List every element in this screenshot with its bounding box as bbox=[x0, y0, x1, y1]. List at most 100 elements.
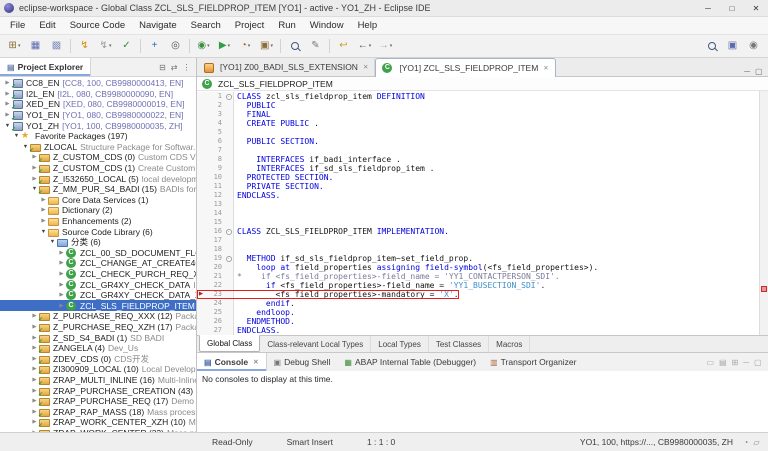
code-line-17[interactable]: 17 bbox=[197, 236, 759, 245]
run-icon[interactable]: ▶▾ bbox=[214, 37, 235, 55]
tree-item-i2l-en[interactable]: ▶I2L_EN[I2L, 080, CB9980000090, EN] bbox=[0, 89, 196, 100]
code-line-24[interactable]: 24 endif. bbox=[197, 299, 759, 308]
tree-item-z-i532650-local-5[interactable]: ▶Z_I532650_LOCAL (5)local development bbox=[0, 173, 196, 184]
code-line-5[interactable]: 5 bbox=[197, 128, 759, 137]
close-tab-icon[interactable]: ✕ bbox=[253, 358, 258, 366]
perspective-debug-icon[interactable]: ◉ bbox=[743, 37, 764, 55]
check-syntax-icon[interactable]: ✓ bbox=[116, 37, 137, 55]
maximize-window-icon[interactable]: □ bbox=[720, 0, 744, 16]
expand-arrow-icon[interactable]: ▼ bbox=[39, 229, 48, 235]
console-tab-debug-shell[interactable]: ▣Debug Shell bbox=[267, 353, 338, 371]
expand-arrow-icon[interactable]: ▶ bbox=[57, 250, 66, 256]
tree-item-6[interactable]: ▼分类 (6) bbox=[0, 237, 196, 248]
tree-item-z-mm-pur-s4-badi-15[interactable]: ▼Z_MM_PUR_S4_BADI (15)BADIs for MM E... bbox=[0, 184, 196, 195]
coverage-icon[interactable]: ▣▾ bbox=[256, 37, 277, 55]
forward-icon[interactable]: →▾ bbox=[375, 37, 396, 55]
fold-icon[interactable]: - bbox=[226, 229, 232, 235]
profile-icon[interactable]: ◔▾ bbox=[235, 37, 256, 55]
code-line-11[interactable]: 11 PRIVATE SECTION. bbox=[197, 182, 759, 191]
tree-item-yo1-zh[interactable]: ▼YO1_ZH[YO1, 100, CB9980000035, ZH] bbox=[0, 120, 196, 131]
expand-arrow-icon[interactable]: ▶ bbox=[39, 207, 48, 213]
expand-arrow-icon[interactable]: ▶ bbox=[39, 218, 48, 224]
menu-source-code[interactable]: Source Code bbox=[63, 20, 132, 31]
class-tab-local-types[interactable]: Local Types bbox=[371, 336, 429, 352]
tree-item-zrap-rap-mass-18[interactable]: ▶ZRAP_RAP_MASS (18)Mass processing o... bbox=[0, 406, 196, 417]
activate-all-icon[interactable]: ↯▾ bbox=[95, 37, 116, 55]
new-wizard-icon[interactable]: ⊞▾ bbox=[4, 37, 25, 55]
tree-item-source-code-library-6[interactable]: ▼Source Code Library (6) bbox=[0, 226, 196, 237]
link-with-editor-icon[interactable]: ⇄ bbox=[168, 63, 180, 72]
expand-arrow-icon[interactable]: ▶ bbox=[57, 292, 66, 298]
tree-item-zdev-cds-0[interactable]: ▶ZDEV_CDS (0)CDS开发 bbox=[0, 353, 196, 364]
menu-project[interactable]: Project bbox=[228, 20, 272, 31]
collapse-all-icon[interactable]: ⊟ bbox=[157, 63, 169, 72]
save-all-icon[interactable]: ▩ bbox=[46, 37, 67, 55]
tree-item-yo1-en[interactable]: ▶YO1_EN[YO1, 080, CB9980000022, EN] bbox=[0, 110, 196, 121]
tree-item-zangela-4[interactable]: ▶ZANGELA (4)Dev_Us bbox=[0, 343, 196, 354]
tree-item-zcl-sls-fieldprop-item[interactable]: ▶ZCL_SLS_FIELDPROP_ITEMSet F... bbox=[0, 300, 196, 311]
minimize-window-icon[interactable]: ─ bbox=[696, 0, 720, 16]
editor-tab-yo1-zcl-sls-fieldprop-item[interactable]: [YO1] ZCL_SLS_FIELDPROP_ITEM✕ bbox=[375, 58, 555, 78]
last-edit-location-icon[interactable]: ↩ bbox=[333, 37, 354, 55]
expand-arrow-icon[interactable]: ▶ bbox=[57, 282, 66, 288]
code-line-9[interactable]: 9 INTERFACES if_sd_sls_fieldprop_item . bbox=[197, 164, 759, 173]
minimize-view-icon[interactable]: ─ bbox=[741, 358, 752, 367]
back-icon[interactable]: ←▾ bbox=[354, 37, 375, 55]
code-line-14[interactable]: 14 bbox=[197, 209, 759, 218]
editor-tab-yo1-z00-badi-sls-extension[interactable]: [YO1] Z00_BADI_SLS_EXTENSION✕ bbox=[197, 58, 375, 76]
expand-arrow-icon[interactable]: ▶ bbox=[39, 197, 48, 203]
console-tab-console[interactable]: ▤Console✕ bbox=[197, 353, 267, 371]
tree-item-zcl-00-sd-document-flow-c[interactable]: ▶ZCL_00_SD_DOCUMENT_FLOW_C... bbox=[0, 248, 196, 259]
new-abap-object-icon[interactable]: + bbox=[144, 37, 165, 55]
code-line-7[interactable]: 7 bbox=[197, 146, 759, 155]
code-line-12[interactable]: 12ENDCLASS. bbox=[197, 191, 759, 200]
code-line-25[interactable]: 25 endloop. bbox=[197, 308, 759, 317]
code-line-13[interactable]: 13 bbox=[197, 200, 759, 209]
tree-item-zcl-check-purch-req-xxx[interactable]: ▶ZCL_CHECK_PURCH_REQ_XXXIt... bbox=[0, 269, 196, 280]
class-tab-macros[interactable]: Macros bbox=[489, 336, 530, 352]
code-line-19[interactable]: 19- METHOD if_sd_sls_fieldprop_item~set_… bbox=[197, 254, 759, 263]
open-abap-object-icon[interactable]: ◎ bbox=[165, 37, 186, 55]
tree-item-cc8-en[interactable]: ▶CC8_EN[CC8, 100, CB9980000413, EN] bbox=[0, 78, 196, 89]
overview-ruler[interactable] bbox=[759, 91, 768, 335]
code-line-2[interactable]: 2 PUBLIC bbox=[197, 101, 759, 110]
class-tab-global-class[interactable]: Global Class bbox=[199, 335, 260, 352]
console-tab-transport-organizer[interactable]: ▥Transport Organizer bbox=[483, 353, 583, 371]
tree-item-zrap-purchase-req-17[interactable]: ▶ZRAP_PURCHASE_REQ (17)Demo on Pur... bbox=[0, 396, 196, 407]
tree-item-zrap-multi-inline-16[interactable]: ▶ZRAP_MULTI_INLINE (16)Multi-Inline-Edi.… bbox=[0, 375, 196, 386]
minimize-editor-icon[interactable]: ─ bbox=[742, 67, 753, 76]
tree-item-zcl-gr4xy-check-data[interactable]: ▶ZCL_GR4XY_CHECK_DATAImple... bbox=[0, 279, 196, 290]
tree-item-zcl-change-at-create4cld[interactable]: ▶ZCL_CHANGE_AT_CREATE4CLD bbox=[0, 258, 196, 269]
code-line-6[interactable]: 6 PUBLIC SECTION. bbox=[197, 137, 759, 146]
code-line-10[interactable]: 10 PROTECTED SECTION. bbox=[197, 173, 759, 182]
perspective-abap-icon[interactable]: ▣ bbox=[722, 37, 743, 55]
code-line-4[interactable]: 4 CREATE PUBLIC . bbox=[197, 119, 759, 128]
tree-item-zcl-gr4xy-check-data-x[interactable]: ▶ZCL_GR4XY_CHECK_DATA_XCl... bbox=[0, 290, 196, 301]
menu-edit[interactable]: Edit bbox=[32, 20, 62, 31]
menu-navigate[interactable]: Navigate bbox=[132, 20, 184, 31]
code-editor[interactable]: 1-CLASS zcl_sls_fieldprop_item DEFINITIO… bbox=[197, 91, 768, 335]
progress-monitor-icon[interactable]: ▱ bbox=[751, 438, 762, 447]
fold-icon[interactable]: - bbox=[226, 94, 232, 100]
tree-item-favorite-packages-197[interactable]: ▼Favorite Packages (197) bbox=[0, 131, 196, 142]
close-tab-icon[interactable]: ✕ bbox=[543, 64, 548, 72]
tree-item-enhancements-2[interactable]: ▶Enhancements (2) bbox=[0, 216, 196, 227]
save-icon[interactable]: ▦ bbox=[25, 37, 46, 55]
code-line-22[interactable]: 22 if <fs_field_properties>-field_name =… bbox=[197, 281, 759, 290]
maximize-editor-icon[interactable]: ▢ bbox=[752, 67, 765, 76]
code-line-15[interactable]: 15 bbox=[197, 218, 759, 227]
tree-item-zi300909-local-10[interactable]: ▶ZI300909_LOCAL (10)Local Development... bbox=[0, 364, 196, 375]
code-line-1[interactable]: 1-CLASS zcl_sls_fieldprop_item DEFINITIO… bbox=[197, 92, 759, 101]
expand-arrow-icon[interactable]: ▶ bbox=[57, 303, 66, 309]
tree-item-dictionary-2[interactable]: ▶Dictionary (2) bbox=[0, 205, 196, 216]
tree-item-z-purchase-req-xxx-12[interactable]: ▶Z_PURCHASE_REQ_XXX (12)Package XXX... bbox=[0, 311, 196, 322]
close-window-icon[interactable]: ✕ bbox=[744, 0, 768, 16]
open-console-icon[interactable]: ⊞ bbox=[729, 358, 741, 367]
notification-icon[interactable]: ◔ bbox=[741, 438, 751, 447]
expand-arrow-icon[interactable]: ▶ bbox=[57, 260, 66, 266]
clear-console-icon[interactable]: ▭ bbox=[704, 358, 717, 367]
open-task-icon[interactable]: ✎ bbox=[305, 37, 326, 55]
tree-item-zrap-work-center-xzh-10[interactable]: ▶ZRAP_WORK_CENTER_XZH (10)Mass pro... bbox=[0, 417, 196, 428]
maximize-view-icon[interactable]: ▢ bbox=[751, 358, 764, 367]
project-explorer-tab[interactable]: ▤ Project Explorer bbox=[0, 58, 91, 76]
